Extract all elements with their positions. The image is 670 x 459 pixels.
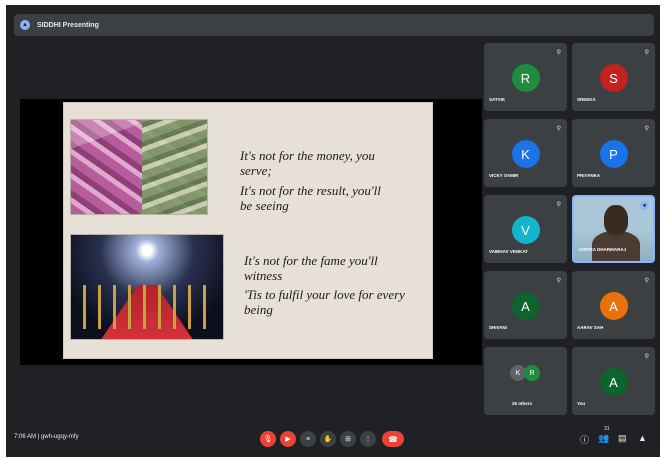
presenting-label: SIDDHI Presenting <box>37 21 99 29</box>
participant-name: SATVIK <box>489 97 506 102</box>
avatar: A <box>511 292 540 320</box>
more-options-icon: ⋮ <box>364 436 372 443</box>
camera-toggle-button[interactable]: ▶ <box>280 431 296 447</box>
shared-slide: It's not for the money, you serve; It's … <box>63 102 433 359</box>
hang-up-icon: ☎ <box>388 434 398 444</box>
participant-tile[interactable]: ⚲ K VICKY SAMIR <box>484 119 567 187</box>
avatar: A <box>599 368 628 396</box>
mic-muted-icon: ⚲ <box>644 278 649 284</box>
mic-muted-icon: ⚲ <box>556 50 561 56</box>
slide-line: It's not for the fame you'll <box>244 253 378 268</box>
slide-line: witness <box>244 268 283 283</box>
participant-name: PRIYANKA <box>577 173 601 178</box>
mic-toggle-button[interactable]: 🎙 <box>260 431 276 447</box>
captions-button[interactable]: ≡ <box>300 431 316 447</box>
mic-muted-icon: ⚲ <box>556 126 561 132</box>
slide-line: being <box>244 302 273 317</box>
money-image <box>70 119 208 215</box>
self-label: You <box>577 401 586 406</box>
present-icon: ⊞ <box>345 436 351 443</box>
red-carpet-image <box>70 234 224 340</box>
participant-name: SREEKA <box>577 97 596 102</box>
participant-name: CHITRA DHARMARAJ <box>579 247 627 252</box>
speaking-indicator-icon: ● <box>640 201 649 210</box>
captions-icon: ≡ <box>305 435 311 443</box>
slide-line: It's not for the money, you <box>240 148 375 163</box>
mic-muted-icon: ⚲ <box>644 354 649 360</box>
avatar: P <box>599 140 628 168</box>
avatar: S <box>599 64 628 92</box>
people-icon: 👥 <box>598 433 610 443</box>
avatar: V <box>511 216 540 244</box>
hang-up-button[interactable]: ☎ <box>382 431 404 447</box>
meeting-time-and-code: 7:06 AM | gwh-ugqy-mfy <box>14 434 79 440</box>
activities-icon: ▲ <box>638 433 647 443</box>
raise-hand-button[interactable]: ✋ <box>320 431 336 447</box>
participant-name: SHIVANI <box>489 325 507 330</box>
mic-muted-icon: ⚲ <box>556 202 561 208</box>
participant-video-tile[interactable]: ● CHITRA DHARMARAJ <box>572 195 655 263</box>
more-options-button[interactable]: ⋮ <box>360 431 376 447</box>
self-tile[interactable]: ⚲ A You <box>572 347 655 415</box>
bottom-bar: 7:06 AM | gwh-ugqy-mfy 🎙 ▶ ≡ ✋ ⊞ ⋮ ☎ ⓘ 👥 <box>6 420 660 457</box>
people-count-badge: 31 <box>604 426 610 432</box>
chat-icon: ▤ <box>618 433 627 443</box>
participant-video <box>592 231 640 261</box>
avatar: R <box>524 365 540 381</box>
slide-line: serve; <box>240 163 272 178</box>
participant-tile[interactable]: ⚲ S SREEKA <box>572 43 655 111</box>
participant-name: VICKY SAMIR <box>489 173 519 178</box>
participant-tile[interactable]: ⚲ A AARAV SAH <box>572 271 655 339</box>
avatar: K <box>511 140 540 168</box>
others-label: 25 others <box>512 401 533 406</box>
mic-muted-icon: ⚲ <box>644 126 649 132</box>
avatar: R <box>511 64 540 92</box>
raise-hand-icon: ✋ <box>323 436 333 443</box>
participant-tile[interactable]: ⚲ R SATVIK <box>484 43 567 111</box>
separator: | <box>37 434 40 440</box>
chat-button[interactable]: ▤ <box>618 433 627 444</box>
slide-line: It's not for the result, you'll <box>240 183 381 198</box>
presentation-stage[interactable]: It's not for the money, you serve; It's … <box>20 99 482 365</box>
meet-window: ▲ SIDDHI Presenting It's not for the mon… <box>6 5 660 457</box>
clock-time: 7:06 AM <box>14 434 37 440</box>
meeting-details-button[interactable]: ⓘ <box>580 433 589 446</box>
others-tile[interactable]: K R 25 others <box>484 347 567 415</box>
people-button[interactable]: 👥 31 <box>598 426 610 444</box>
mic-muted-icon: ⚲ <box>556 278 561 284</box>
participant-tile[interactable]: ⚲ A SHIVANI <box>484 271 567 339</box>
participant-tile[interactable]: ⚲ P PRIYANKA <box>572 119 655 187</box>
participant-tile[interactable]: ⚲ V VAIBHAV VENKAT <box>484 195 567 263</box>
screen-share-icon: ▲ <box>20 20 30 30</box>
meeting-code: gwh-ugqy-mfy <box>40 434 79 440</box>
presenting-bar[interactable]: ▲ SIDDHI Presenting <box>14 14 654 36</box>
participant-face <box>604 205 628 235</box>
participant-name: VAIBHAV VENKAT <box>489 249 529 254</box>
activities-button[interactable]: ▲ <box>638 433 647 443</box>
camera-off-icon: ▶ <box>285 436 291 443</box>
avatar: A <box>599 292 628 320</box>
info-icon: ⓘ <box>580 435 590 445</box>
slide-line: 'Tis to fulfil your love for every <box>244 287 405 302</box>
mic-muted-icon: ⚲ <box>644 50 649 56</box>
slide-line: be seeing <box>240 198 289 213</box>
participant-name: AARAV SAH <box>577 325 604 330</box>
present-now-button[interactable]: ⊞ <box>340 431 356 447</box>
mic-off-icon: 🎙 <box>263 436 273 443</box>
